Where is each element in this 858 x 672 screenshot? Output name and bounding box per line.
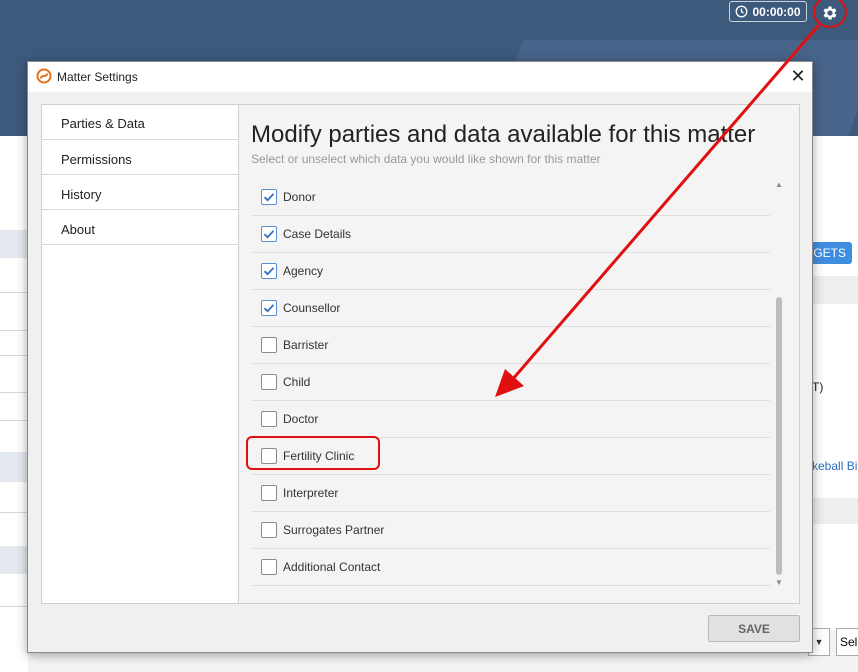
background-right-panel [812,136,858,672]
checkbox-surrogates-partner[interactable] [261,522,277,538]
checkmark-icon [263,230,275,239]
background-row-divider [0,512,28,513]
checkbox-label: Counsellor [283,301,341,315]
checkbox-additional-contact[interactable] [261,559,277,575]
list-item[interactable]: Barrister [252,327,770,364]
nav-item-parties-data[interactable]: Parties & Data [42,105,238,140]
page-subtitle: Select or unselect which data you would … [251,152,601,166]
settings-side-nav: Parties & Data Permissions History About [42,105,239,603]
save-button[interactable]: SAVE [708,615,800,642]
background-row-header [812,498,858,524]
background-row-divider [0,606,28,607]
list-item[interactable]: Doctor [252,401,770,438]
checkbox-donor[interactable] [261,189,277,205]
background-row-divider [0,392,28,393]
background-left-panel [0,136,28,672]
background-row-header [0,230,28,258]
checkbox-barrister[interactable] [261,337,277,353]
list-scrollbar[interactable]: ▲ ▼ [773,179,785,589]
checkbox-interpreter[interactable] [261,485,277,501]
app-logo-icon [36,68,52,84]
checkbox-child[interactable] [261,374,277,390]
list-item[interactable]: Donor [252,179,770,216]
dialog-titlebar: Matter Settings ✕ [28,62,812,92]
checkbox-label: Barrister [283,338,329,352]
background-row-header [0,546,28,574]
background-row-divider [0,330,28,331]
dialog-title: Matter Settings [57,70,138,84]
background-row-header [812,276,858,304]
scroll-up-icon[interactable]: ▲ [773,179,785,191]
annotation-highlight-box [246,436,380,470]
list-item[interactable]: Child [252,364,770,401]
checkbox-label: Case Details [283,227,352,241]
checkbox-label: Doctor [283,412,319,426]
dialog-body: Parties & Data Permissions History About… [41,104,800,604]
list-item[interactable]: Surrogates Partner [252,512,770,549]
background-row-divider [0,420,28,421]
scrollbar-thumb[interactable] [776,297,782,575]
checkbox-label: Child [283,375,311,389]
checkbox-agency[interactable] [261,263,277,279]
checkbox-label: Surrogates Partner [283,523,385,537]
checkbox-label: Additional Contact [283,560,381,574]
checkbox-label: Donor [283,190,316,204]
data-checkbox-list: Donor Case Details Agency Counsellor Barrist… [252,179,770,586]
list-item[interactable]: Interpreter [252,475,770,512]
checkbox-counsellor[interactable] [261,300,277,316]
background-row-divider [0,292,28,293]
scroll-down-icon[interactable]: ▼ [773,577,785,589]
close-icon[interactable]: ✕ [788,66,808,86]
timer-display[interactable]: 00:00:00 [729,1,807,22]
checkmark-icon [263,193,275,202]
checkmark-icon [263,304,275,313]
nav-item-about[interactable]: About [42,210,238,245]
page-title: Modify parties and data available for th… [251,121,756,148]
checkmark-icon [263,267,275,276]
matter-settings-dialog: Matter Settings ✕ Parties & Data Permiss… [27,61,813,653]
background-row-divider [0,355,28,356]
checkbox-label: Agency [283,264,324,278]
background-link[interactable]: keball Bi [812,459,857,473]
list-item[interactable]: Agency [252,253,770,290]
background-text: T) [812,380,824,394]
checkbox-case-details[interactable] [261,226,277,242]
background-row-selected [0,452,28,482]
nav-item-history[interactable]: History [42,175,238,210]
nav-item-permissions[interactable]: Permissions [42,140,238,175]
list-item[interactable]: Additional Contact [252,549,770,586]
background-select[interactable]: Sell [836,628,858,656]
clock-icon [736,5,748,18]
list-item[interactable]: Counsellor [252,290,770,327]
list-item[interactable]: Case Details [252,216,770,253]
checkbox-label: Interpreter [283,486,339,500]
checkbox-doctor[interactable] [261,411,277,427]
timer-value: 00:00:00 [752,4,801,19]
parties-data-panel: Modify parties and data available for th… [239,105,799,603]
